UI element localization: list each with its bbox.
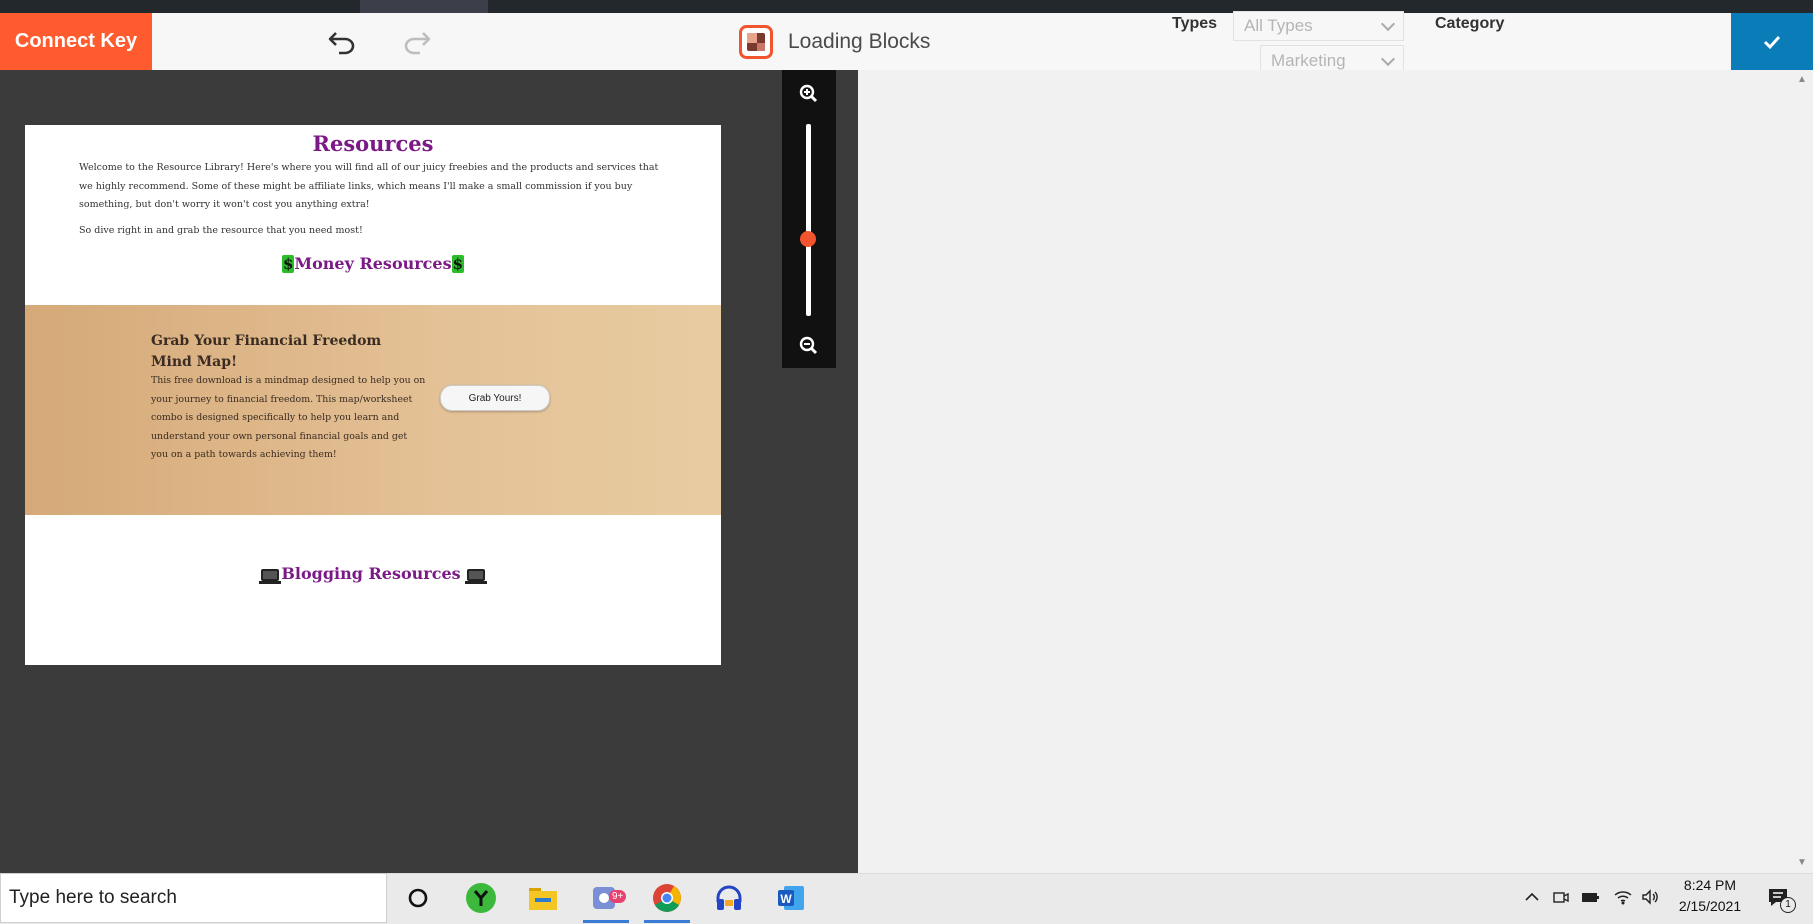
taskbar-cortana[interactable] [391,873,445,923]
dollar-icon: $ [281,255,295,273]
category-label: Category [1435,15,1505,32]
zoom-in-button[interactable] [799,84,819,104]
card-description: This free download is a mindmap designed… [151,375,426,460]
blogging-heading-text: Blogging Resources [281,564,461,583]
card-title: Grab Your Financial Freedom Mind Map! [151,333,382,370]
block-preview[interactable]: Resources Welcome to the Resource Librar… [25,125,721,665]
freebie-card-section: Grab Your Financial Freedom Mind Map! Th… [25,305,721,515]
taskbar-app-green[interactable] [454,873,508,923]
dollar-icon: $ [451,255,465,273]
show-hidden-icons-button[interactable] [1524,889,1540,905]
scroll-down-arrow-icon[interactable]: ▼ [1797,857,1807,868]
types-select-value: All Types [1244,16,1313,35]
page-title: Loading Blocks [788,30,931,53]
notification-count: 1 [1780,897,1796,913]
zoom-out-button[interactable] [799,336,819,356]
zoom-in-icon [799,84,818,103]
file-explorer-icon [529,888,557,910]
preview-dive-text: So dive right in and grab the resource t… [79,225,363,236]
app-green-icon [466,883,496,913]
redo-button[interactable] [397,24,437,60]
zoom-slider-track[interactable] [806,124,811,316]
money-resources-heading: $Money Resources$ [25,254,721,273]
taskbar-chrome[interactable] [640,873,694,923]
preview-intro-text: Welcome to the Resource Library! Here's … [79,162,659,210]
svg-text:W: W [780,892,792,906]
zoom-out-icon [799,336,818,355]
chevron-down-icon [1380,51,1396,66]
laptop-icon [464,568,487,584]
active-tab-highlight [360,0,488,13]
app-logo [739,25,773,59]
action-center-button[interactable]: 1 [1766,885,1796,913]
redo-icon [404,32,431,55]
battery-icon[interactable] [1580,888,1600,906]
taskbar-file-explorer[interactable] [516,873,570,923]
grab-yours-button[interactable]: Grab Yours! [440,385,550,411]
blocks-panel[interactable] [858,70,1813,873]
types-label: Types [1172,15,1218,32]
chrome-icon [653,884,681,912]
word-icon: W [778,886,804,910]
laptop-icon [259,568,282,584]
meet-now-icon[interactable] [1552,888,1570,906]
confirm-button[interactable] [1731,13,1813,70]
clock-date[interactable]: 2/15/2021 [1660,898,1760,914]
cortana-icon [408,888,428,908]
connect-key-button[interactable]: Connect Key [0,13,152,70]
window-top-strip [0,0,1813,13]
chevron-down-icon [1380,16,1396,32]
taskbar-word[interactable]: W [764,873,818,923]
money-heading-text: Money Resources [294,254,452,273]
wifi-icon[interactable] [1613,887,1633,907]
scroll-up-arrow-icon[interactable]: ▲ [1797,74,1807,85]
category-select-value: Marketing [1271,50,1346,70]
block-logo-icon [739,25,773,59]
volume-icon[interactable] [1640,887,1660,907]
taskbar-headphones-app[interactable] [702,873,756,923]
undo-button[interactable] [322,24,362,60]
taskbar-app-badge[interactable]: 9+ [579,873,633,923]
clock-time[interactable]: 8:24 PM [1660,877,1760,893]
preview-title: Resources [312,131,434,156]
notification-badge: 9+ [609,890,627,903]
chevron-up-icon [1525,892,1539,901]
blogging-resources-heading: Blogging Resources [25,564,721,584]
headphones-app-icon [716,885,742,910]
checkmark-icon [1763,35,1781,49]
taskbar-search-input[interactable]: Type here to search [0,873,387,923]
types-select[interactable]: All Types [1233,11,1404,41]
undo-icon [328,32,355,55]
